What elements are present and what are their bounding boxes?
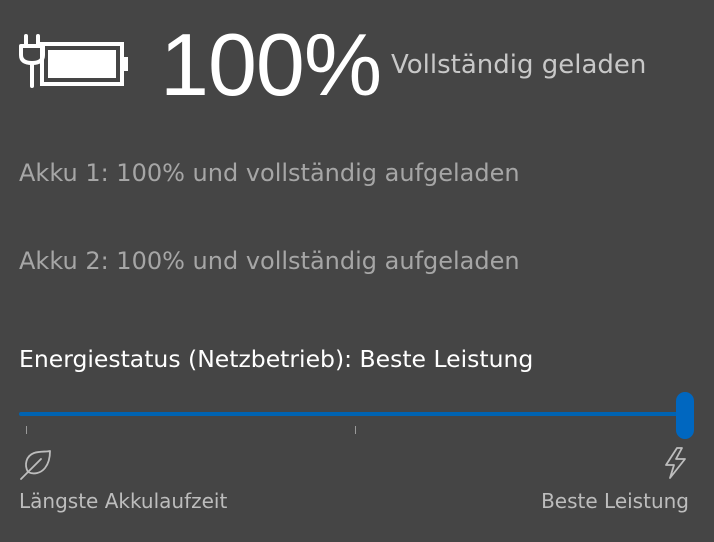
battery-charging-icon xyxy=(19,34,128,88)
slider-thumb[interactable] xyxy=(676,392,694,439)
battery-2-status: Akku 2: 100% und vollständig aufgeladen xyxy=(19,247,520,275)
slider-tick xyxy=(26,426,27,434)
power-mode-slider[interactable] xyxy=(19,390,694,440)
leaf-icon xyxy=(20,450,51,480)
lightning-bolt-icon xyxy=(665,447,686,479)
slider-min-label: Längste Akkulaufzeit xyxy=(19,489,228,513)
battery-1-status: Akku 1: 100% und vollständig aufgeladen xyxy=(19,159,520,187)
slider-tick xyxy=(355,426,356,434)
slider-max-label: Beste Leistung xyxy=(541,489,689,513)
power-mode-title: Energiestatus (Netzbetrieb): Beste Leist… xyxy=(19,345,534,373)
slider-track[interactable] xyxy=(19,412,685,416)
charge-status: Vollständig geladen xyxy=(391,50,647,80)
battery-percentage: 100% xyxy=(160,15,382,114)
